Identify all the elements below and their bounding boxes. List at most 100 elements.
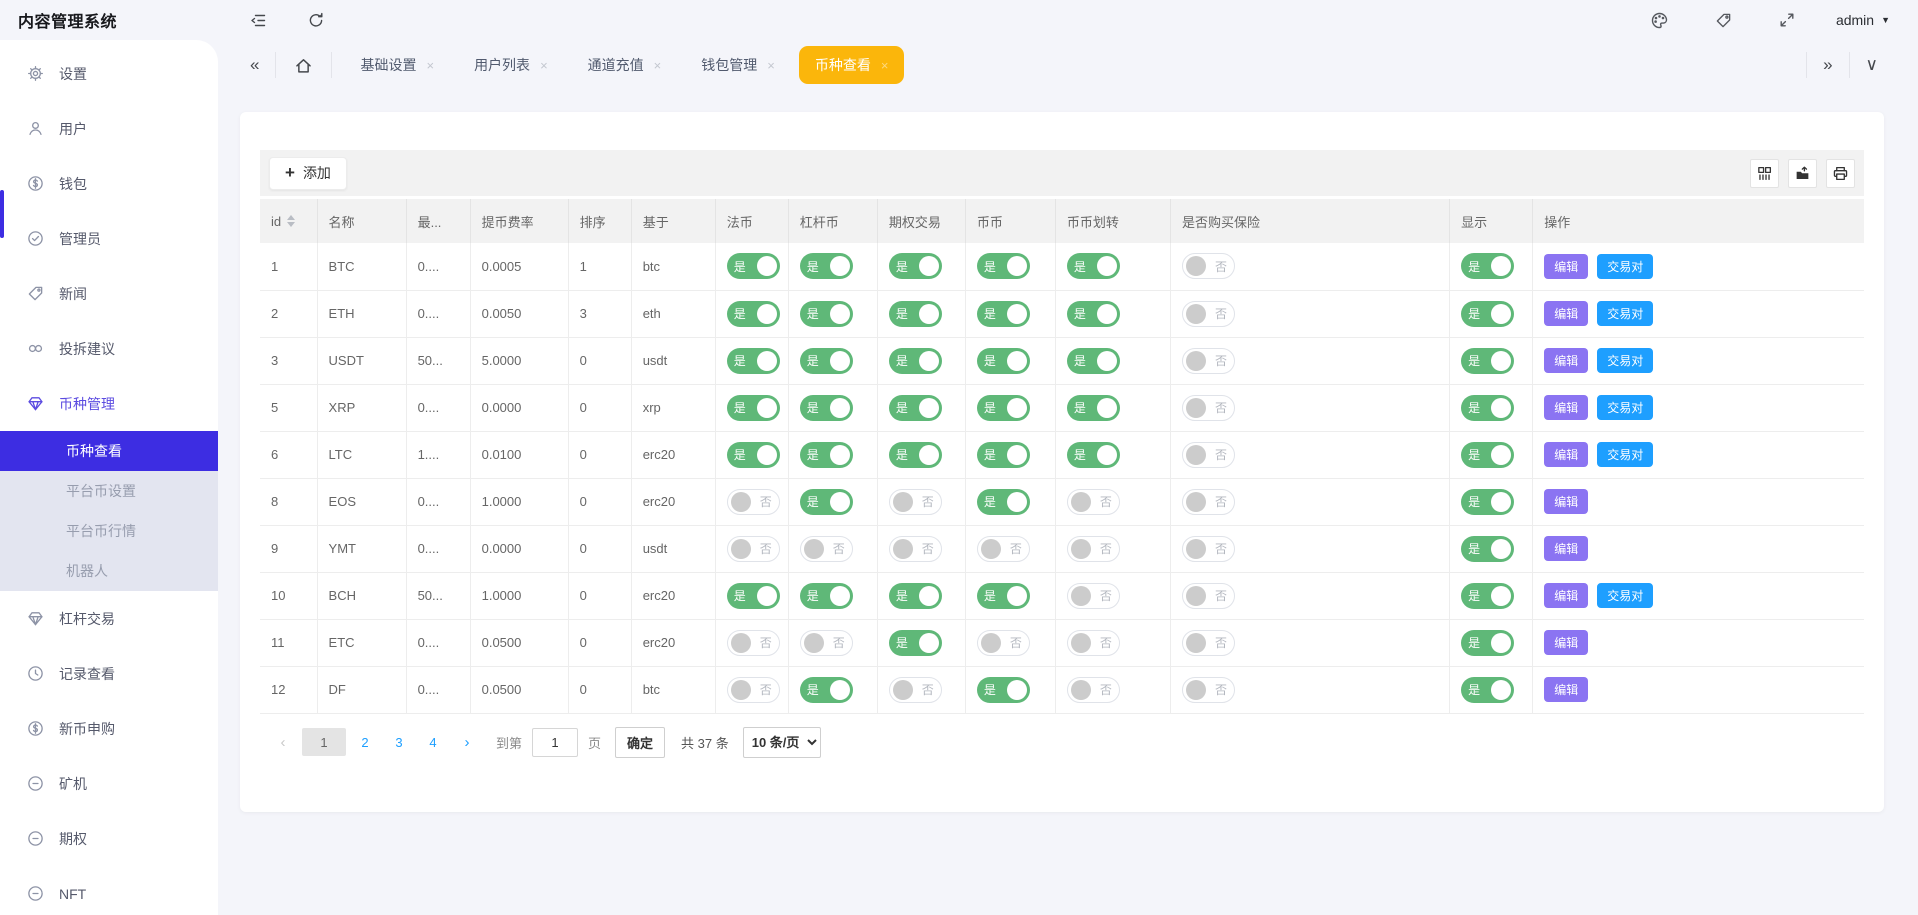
- scroll-tabs-right-button[interactable]: »: [1813, 51, 1842, 79]
- next-page-button[interactable]: ›: [452, 728, 482, 756]
- sidebar-item-设置[interactable]: 设置: [0, 46, 218, 101]
- edit-button[interactable]: 编辑: [1544, 677, 1588, 702]
- sort-icon[interactable]: [287, 215, 295, 227]
- toggle-transfer-on[interactable]: 是: [1067, 442, 1120, 468]
- tab-通道充值[interactable]: 通道充值×: [572, 46, 678, 84]
- toggle-insurance-off[interactable]: 否: [1182, 348, 1235, 374]
- toggle-option-on[interactable]: 是: [889, 630, 942, 656]
- edit-button[interactable]: 编辑: [1544, 348, 1588, 373]
- toggle-lever-on[interactable]: 是: [800, 583, 853, 609]
- toggle-insurance-off[interactable]: 否: [1182, 677, 1235, 703]
- toggle-insurance-off[interactable]: 否: [1182, 442, 1235, 468]
- sidebar-item-矿机[interactable]: 矿机: [0, 756, 218, 811]
- toggle-lever-on[interactable]: 是: [800, 395, 853, 421]
- toggle-transfer-off[interactable]: 否: [1067, 630, 1120, 656]
- pair-button[interactable]: 交易对: [1597, 395, 1653, 420]
- tab-基础设置[interactable]: 基础设置×: [344, 46, 450, 84]
- toggle-display-on[interactable]: 是: [1461, 630, 1514, 656]
- toggle-transfer-on[interactable]: 是: [1067, 301, 1120, 327]
- toggle-lever-on[interactable]: 是: [800, 677, 853, 703]
- toggle-fiat-on[interactable]: 是: [727, 301, 780, 327]
- toggle-lever-off[interactable]: 否: [800, 630, 853, 656]
- toggle-transfer-off[interactable]: 否: [1067, 536, 1120, 562]
- toggle-insurance-off[interactable]: 否: [1182, 583, 1235, 609]
- sidebar-item-用户[interactable]: 用户: [0, 101, 218, 156]
- toggle-fiat-off[interactable]: 否: [727, 536, 780, 562]
- toggle-display-on[interactable]: 是: [1461, 442, 1514, 468]
- toggle-coin-on[interactable]: 是: [977, 348, 1030, 374]
- toggle-display-on[interactable]: 是: [1461, 253, 1514, 279]
- per-page-select[interactable]: 10 条/页: [743, 727, 821, 758]
- toggle-lever-on[interactable]: 是: [800, 489, 853, 515]
- close-tab-icon[interactable]: ×: [767, 58, 775, 73]
- pair-button[interactable]: 交易对: [1597, 348, 1653, 373]
- toggle-display-on[interactable]: 是: [1461, 583, 1514, 609]
- edit-button[interactable]: 编辑: [1544, 395, 1588, 420]
- pair-button[interactable]: 交易对: [1597, 301, 1653, 326]
- toggle-insurance-off[interactable]: 否: [1182, 489, 1235, 515]
- sidebar-item-期权[interactable]: 期权: [0, 811, 218, 866]
- toggle-option-off[interactable]: 否: [889, 536, 942, 562]
- scroll-tabs-left-button[interactable]: «: [240, 51, 269, 79]
- toggle-option-off[interactable]: 否: [889, 677, 942, 703]
- sidebar-item-新币申购[interactable]: 新币申购: [0, 701, 218, 756]
- edit-button[interactable]: 编辑: [1544, 583, 1588, 608]
- sidebar-item-记录查看[interactable]: 记录查看: [0, 646, 218, 701]
- sidebar-subitem-机器人[interactable]: 机器人: [0, 551, 218, 591]
- refresh-icon[interactable]: [301, 5, 331, 35]
- fullscreen-icon[interactable]: [1772, 5, 1802, 35]
- toggle-display-on[interactable]: 是: [1461, 536, 1514, 562]
- page-button-1[interactable]: 1: [302, 728, 346, 756]
- edit-button[interactable]: 编辑: [1544, 301, 1588, 326]
- toggle-coin-on[interactable]: 是: [977, 583, 1030, 609]
- toggle-fiat-off[interactable]: 否: [727, 630, 780, 656]
- sidebar-item-NFT[interactable]: NFT: [0, 866, 218, 915]
- toggle-coin-on[interactable]: 是: [977, 677, 1030, 703]
- page-button-3[interactable]: 3: [384, 728, 414, 756]
- toggle-option-on[interactable]: 是: [889, 348, 942, 374]
- toggle-transfer-off[interactable]: 否: [1067, 677, 1120, 703]
- pair-button[interactable]: 交易对: [1597, 583, 1653, 608]
- toggle-option-on[interactable]: 是: [889, 442, 942, 468]
- sidebar-item-新闻[interactable]: 新闻: [0, 266, 218, 321]
- toggle-fiat-on[interactable]: 是: [727, 583, 780, 609]
- toggle-option-on[interactable]: 是: [889, 395, 942, 421]
- edit-button[interactable]: 编辑: [1544, 536, 1588, 561]
- toggle-coin-on[interactable]: 是: [977, 442, 1030, 468]
- toggle-insurance-off[interactable]: 否: [1182, 301, 1235, 327]
- pair-button[interactable]: 交易对: [1597, 442, 1653, 467]
- toggle-display-on[interactable]: 是: [1461, 348, 1514, 374]
- toggle-transfer-off[interactable]: 否: [1067, 489, 1120, 515]
- page-button-4[interactable]: 4: [418, 728, 448, 756]
- toggle-coin-on[interactable]: 是: [977, 301, 1030, 327]
- toggle-option-on[interactable]: 是: [889, 583, 942, 609]
- user-menu[interactable]: admin ▼: [1836, 12, 1890, 28]
- page-button-2[interactable]: 2: [350, 728, 380, 756]
- toggle-option-off[interactable]: 否: [889, 489, 942, 515]
- tag-icon[interactable]: [1709, 6, 1738, 35]
- export-icon[interactable]: [1788, 159, 1817, 188]
- tab-币种查看[interactable]: 币种查看×: [799, 46, 905, 84]
- toggle-transfer-on[interactable]: 是: [1067, 253, 1120, 279]
- toggle-coin-off[interactable]: 否: [977, 630, 1030, 656]
- toggle-display-on[interactable]: 是: [1461, 301, 1514, 327]
- sidebar-subitem-平台币设置[interactable]: 平台币设置: [0, 471, 218, 511]
- home-tab-button[interactable]: [282, 52, 325, 79]
- print-icon[interactable]: [1826, 159, 1855, 188]
- toggle-fiat-off[interactable]: 否: [727, 489, 780, 515]
- toggle-coin-on[interactable]: 是: [977, 489, 1030, 515]
- toggle-coin-off[interactable]: 否: [977, 536, 1030, 562]
- toggle-lever-on[interactable]: 是: [800, 442, 853, 468]
- toggle-insurance-off[interactable]: 否: [1182, 630, 1235, 656]
- add-button[interactable]: + 添加: [269, 157, 347, 190]
- toggle-fiat-on[interactable]: 是: [727, 395, 780, 421]
- toggle-option-on[interactable]: 是: [889, 253, 942, 279]
- toggle-coin-on[interactable]: 是: [977, 395, 1030, 421]
- collapse-sidebar-icon[interactable]: [244, 5, 275, 36]
- columns-filter-icon[interactable]: [1750, 159, 1779, 188]
- prev-page-button[interactable]: ‹: [268, 728, 298, 756]
- pair-button[interactable]: 交易对: [1597, 254, 1653, 279]
- toggle-insurance-off[interactable]: 否: [1182, 536, 1235, 562]
- toggle-display-on[interactable]: 是: [1461, 489, 1514, 515]
- goto-page-input[interactable]: [532, 728, 578, 757]
